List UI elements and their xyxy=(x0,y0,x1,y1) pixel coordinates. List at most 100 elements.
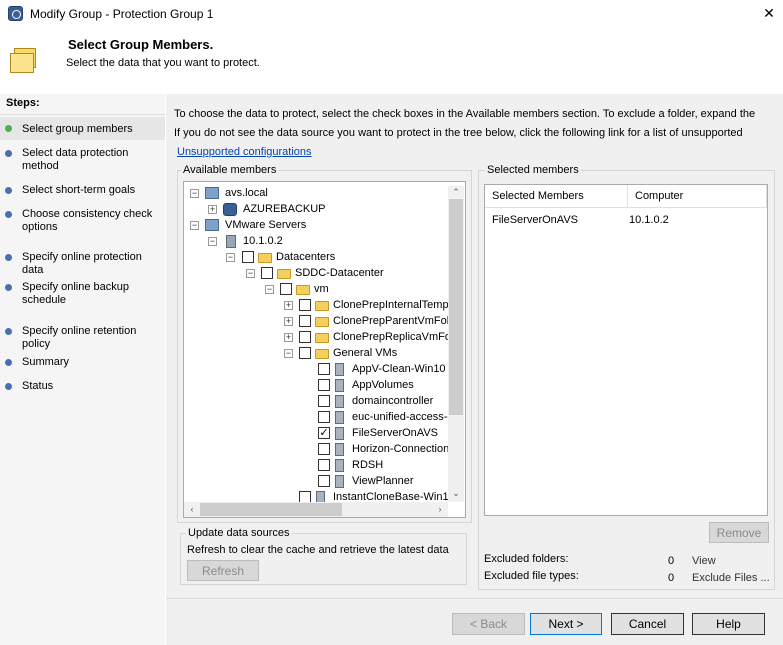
collapse-icon[interactable]: − xyxy=(246,269,255,278)
expand-icon[interactable]: + xyxy=(284,317,293,326)
close-button[interactable]: ✕ xyxy=(760,4,778,22)
folder-icon xyxy=(315,317,329,327)
step-online-retention-policy[interactable]: Specify online retention policy xyxy=(0,325,165,350)
checkbox[interactable] xyxy=(318,411,330,423)
tree-item-label: Datacenters xyxy=(276,251,336,263)
app-icon xyxy=(8,6,23,21)
vm-icon xyxy=(335,475,344,488)
step-status-pending-icon xyxy=(5,284,12,291)
tree-item-label: AZUREBACKUP xyxy=(243,203,326,215)
available-members-title: Available members xyxy=(181,164,279,176)
checkbox[interactable] xyxy=(280,283,292,295)
folder-icon xyxy=(315,349,329,359)
expand-icon[interactable]: + xyxy=(208,205,217,214)
vm-icon xyxy=(335,395,344,408)
cancel-button[interactable]: Cancel xyxy=(611,613,684,635)
tree-item-label: ViewPlanner xyxy=(352,475,414,487)
folder-group-icon xyxy=(10,48,38,74)
checkbox[interactable] xyxy=(299,331,311,343)
footer-divider xyxy=(166,598,783,599)
step-select-protection-method[interactable]: Select data protection method xyxy=(0,147,165,175)
tree-item-label: domaincontroller xyxy=(352,395,434,407)
selected-members-list[interactable] xyxy=(484,184,768,516)
scroll-down-icon[interactable]: ⌄ xyxy=(449,488,463,499)
scroll-left-icon[interactable]: ‹ xyxy=(185,504,199,514)
collapse-icon[interactable]: − xyxy=(208,237,217,246)
tree-item-label: VMware Servers xyxy=(225,219,307,231)
checkbox[interactable] xyxy=(318,363,330,375)
step-label: Summary xyxy=(22,356,70,368)
step-status-pending-icon xyxy=(5,328,12,335)
tree-item-label: Horizon-Connection- xyxy=(352,443,453,455)
checkbox[interactable] xyxy=(299,299,311,311)
refresh-button[interactable]: Refresh xyxy=(187,560,259,581)
unsupported-configurations-link[interactable]: Unsupported configurations xyxy=(177,146,312,158)
vertical-scroll-thumb[interactable] xyxy=(449,199,463,415)
step-online-backup-schedule[interactable]: Specify online backup schedule xyxy=(0,281,165,309)
scroll-up-icon[interactable]: ⌃ xyxy=(449,187,463,198)
step-short-term-goals[interactable]: Select short-term goals xyxy=(0,184,165,198)
step-online-protection-data[interactable]: Specify online protection data xyxy=(0,251,165,276)
checkbox[interactable] xyxy=(299,347,311,359)
tree-item-label: ClonePrepInternalTempl xyxy=(333,299,452,311)
tree-item-label: avs.local xyxy=(225,187,268,199)
tree-item-label: AppVolumes xyxy=(352,379,414,391)
collapse-icon[interactable]: − xyxy=(226,253,235,262)
folder-icon xyxy=(296,285,310,295)
checkbox[interactable] xyxy=(299,315,311,327)
table-row[interactable]: FileServerOnAVS 10.1.0.2 xyxy=(485,208,767,233)
step-label: Specify online retention policy xyxy=(22,325,137,350)
checkbox[interactable] xyxy=(318,379,330,391)
expand-icon[interactable]: + xyxy=(284,301,293,310)
step-consistency-check[interactable]: Choose consistency check options xyxy=(0,208,165,236)
checkbox[interactable] xyxy=(242,251,254,263)
vm-icon xyxy=(335,459,344,472)
step-status-pending-icon xyxy=(5,187,12,194)
computer-cell: 10.1.0.2 xyxy=(629,214,669,226)
checkbox[interactable] xyxy=(318,443,330,455)
step-summary[interactable]: Summary xyxy=(0,356,165,370)
collapse-icon[interactable]: − xyxy=(284,349,293,358)
checkbox-checked[interactable]: ✓ xyxy=(318,427,330,439)
step-status-pending-icon xyxy=(5,254,12,261)
help-button[interactable]: Help xyxy=(692,613,765,635)
tree-item-label: vm xyxy=(314,283,329,295)
vm-icon xyxy=(335,363,344,376)
checkbox[interactable] xyxy=(318,395,330,407)
horizontal-scroll-thumb[interactable] xyxy=(200,503,342,516)
page-title: Select Group Members. xyxy=(68,37,214,52)
step-label: Status xyxy=(22,380,54,392)
column-header-computer[interactable]: Computer xyxy=(628,185,767,208)
tree-item-label: ClonePrepParentVmFold xyxy=(333,315,456,327)
tree-item-label: SDDC-Datacenter xyxy=(295,267,384,279)
step-select-group-members[interactable]: Select group members xyxy=(0,117,165,140)
clock-icon xyxy=(223,203,237,216)
tree-item-label: RDSH xyxy=(352,459,384,471)
step-status[interactable]: Status xyxy=(0,380,165,394)
servers-icon xyxy=(205,219,219,231)
step-label: Select group members xyxy=(22,123,133,135)
next-button[interactable]: Next > xyxy=(530,613,602,635)
available-members-tree[interactable]: − avs.local + AZUREBACKUP − VMware Serve… xyxy=(183,181,466,518)
checkbox[interactable] xyxy=(261,267,273,279)
instruction-line-1: To choose the data to protect, select th… xyxy=(174,108,756,120)
tree-item-label: euc-unified-access-g xyxy=(352,411,454,423)
folder-icon xyxy=(258,253,272,263)
view-link[interactable]: View xyxy=(692,555,716,567)
selected-member-cell: FileServerOnAVS xyxy=(492,214,578,226)
window-title: Modify Group - Protection Group 1 xyxy=(30,7,214,21)
back-button[interactable]: < Back xyxy=(452,613,525,635)
exclude-files-link[interactable]: Exclude Files ... xyxy=(692,572,770,584)
checkbox[interactable] xyxy=(318,475,330,487)
collapse-icon[interactable]: − xyxy=(190,221,199,230)
checkbox[interactable] xyxy=(318,459,330,471)
remove-button[interactable]: Remove xyxy=(709,522,769,543)
collapse-icon[interactable]: − xyxy=(190,189,199,198)
column-header-selected-members[interactable]: Selected Members xyxy=(485,185,628,208)
expand-icon[interactable]: + xyxy=(284,333,293,342)
step-label: Select short-term goals xyxy=(22,184,136,196)
instruction-line-2: If you do not see the data source you wa… xyxy=(174,127,743,139)
step-label: Specify online backup schedule xyxy=(22,281,130,306)
collapse-icon[interactable]: − xyxy=(265,285,274,294)
scroll-right-icon[interactable]: › xyxy=(433,504,447,514)
